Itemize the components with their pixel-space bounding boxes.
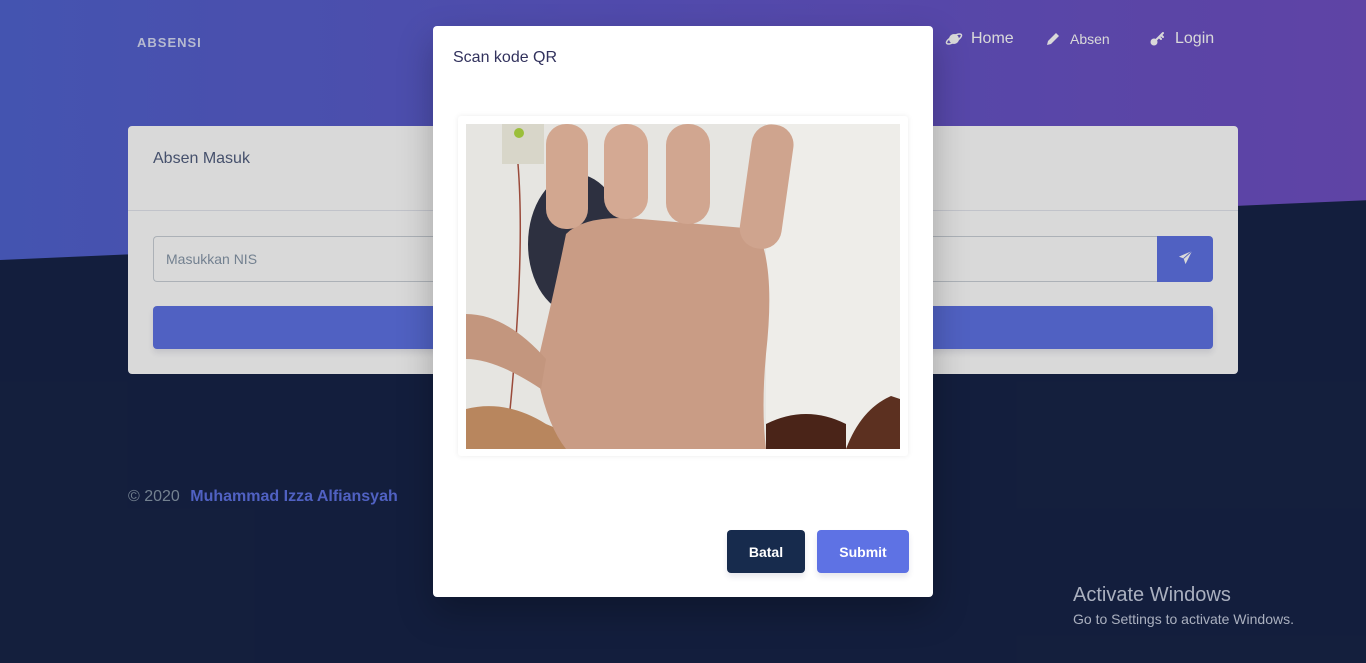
camera-frame <box>458 116 908 456</box>
modal-title: Scan kode QR <box>453 49 558 66</box>
camera-feed <box>466 124 900 449</box>
cancel-button[interactable]: Batal <box>727 530 805 573</box>
watermark-subtitle: Go to Settings to activate Windows. <box>1073 611 1294 627</box>
watermark-title: Activate Windows <box>1073 584 1231 606</box>
scan-qr-modal: Scan kode QR Batal Submit <box>433 26 933 597</box>
submit-button[interactable]: Submit <box>817 530 909 573</box>
windows-activation-watermark: Activate Windows Go to Settings to activ… <box>1073 584 1294 627</box>
